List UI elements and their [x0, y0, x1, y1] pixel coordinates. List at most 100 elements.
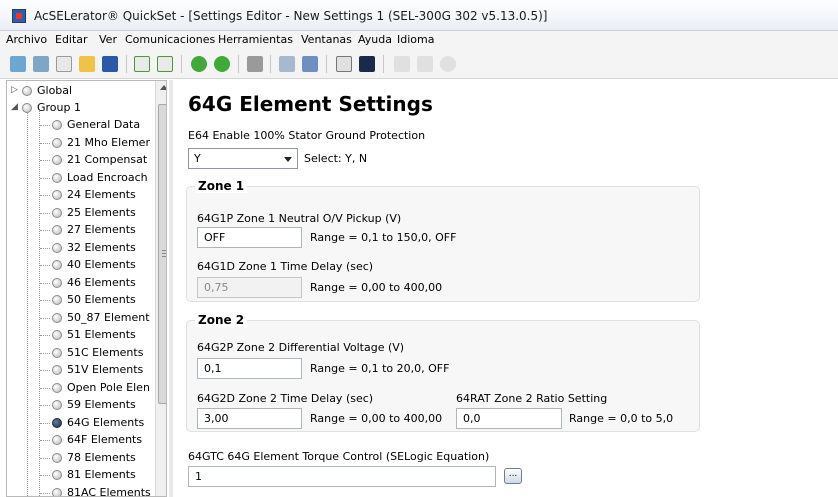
node-icon	[22, 86, 32, 96]
collapse-icon[interactable]: ◢	[11, 102, 18, 112]
tree-item-label: 32 Elements	[67, 240, 136, 254]
menu-ayuda[interactable]: Ayuda	[358, 33, 392, 46]
save-icon[interactable]	[102, 56, 118, 72]
tree-item-label: 78 Elements	[67, 450, 136, 464]
new-file-icon[interactable]	[56, 56, 72, 72]
app-icon	[12, 9, 26, 23]
tree-item[interactable]: 64F Elements	[7, 432, 155, 449]
window-title: AcSELerator® QuickSet - [Settings Editor…	[34, 9, 548, 23]
e64-hint: Select: Y, N	[304, 152, 368, 165]
64g2d-range: Range = 0,00 to 400,00	[310, 412, 443, 425]
64g1d-input[interactable]: 0,75	[197, 277, 302, 298]
tree-item-label: 46 Elements	[67, 275, 136, 289]
64gtc-input[interactable]: 1	[188, 466, 496, 487]
expand-icon[interactable]: ▷	[11, 85, 18, 95]
tree-item[interactable]: 24 Elements	[7, 187, 155, 204]
tree-item[interactable]: 50_87 Element	[7, 310, 155, 327]
document-icon	[417, 56, 433, 72]
tree-item[interactable]: 25 Elements	[7, 205, 155, 222]
tree-item[interactable]: 27 Elements	[7, 222, 155, 239]
node-icon	[52, 277, 62, 288]
upload-icon[interactable]	[214, 56, 230, 72]
e64-select-value: Y	[194, 152, 201, 165]
tools-icon[interactable]	[247, 56, 263, 72]
panel-splitter[interactable]	[169, 80, 173, 497]
e64-select[interactable]: Y	[188, 148, 298, 169]
64g2d-label: 64G2D Zone 2 Time Delay (sec)	[197, 392, 374, 405]
node-icon	[52, 382, 62, 393]
settings-tree: ▷ Global ◢ Group 1 General Data 21 Mho El…	[6, 80, 167, 497]
tree-item[interactable]: 21 Compensat	[7, 152, 155, 169]
logic-editor-button[interactable]: ...	[504, 468, 522, 484]
menu-ver[interactable]: Ver	[99, 33, 117, 46]
tree-item[interactable]: 32 Elements	[7, 240, 155, 257]
tree-item[interactable]: 81 Elements	[7, 467, 155, 484]
node-icon	[52, 207, 62, 218]
node-icon	[52, 400, 62, 410]
tree-item[interactable]: General Data	[7, 117, 155, 134]
tree-item[interactable]: Load Encroach	[7, 170, 155, 187]
read-icon[interactable]	[279, 56, 295, 72]
tree-scrollbar[interactable]	[155, 81, 166, 496]
tree-item-global[interactable]: ▷ Global	[7, 83, 155, 100]
64rat-range: Range = 0,0 to 5,0	[569, 412, 674, 425]
tree-item[interactable]: 46 Elements	[7, 275, 155, 292]
64g2d-input[interactable]: 3,00	[197, 408, 302, 429]
menu-comunicaciones[interactable]: Comunicaciones	[125, 33, 215, 46]
tree-item[interactable]: Open Pole Elen	[7, 380, 155, 397]
64g2p-input[interactable]: 0,1	[197, 358, 302, 379]
connect-icon[interactable]	[33, 56, 49, 72]
node-icon	[52, 120, 62, 130]
tree-item-label: Open Pole Elen	[67, 380, 150, 394]
tree-item[interactable]: 59 Elements	[7, 397, 155, 414]
menu-idioma[interactable]: Idioma	[397, 33, 434, 46]
64rat-input[interactable]: 0,0	[456, 408, 562, 429]
scroll-up-icon[interactable]	[160, 85, 166, 90]
tree-item[interactable]: 51C Elements	[7, 345, 155, 362]
tree-item[interactable]: 81AC Elements	[7, 485, 155, 496]
tree-item[interactable]: 64G Elements	[7, 415, 155, 432]
64g1p-input[interactable]: OFF	[197, 227, 302, 248]
tree-item[interactable]: 51V Elements	[7, 362, 155, 379]
chevron-down-icon[interactable]	[284, 157, 292, 162]
tree-item[interactable]: 50 Elements	[7, 292, 155, 309]
import-icon[interactable]	[134, 56, 150, 72]
tree-item[interactable]: 51 Elements	[7, 327, 155, 344]
tree-item[interactable]: 78 Elements	[7, 450, 155, 467]
menu-editar[interactable]: Editar	[55, 33, 88, 46]
tree-item[interactable]: 40 Elements	[7, 257, 155, 274]
64g1d-label: 64G1D Zone 1 Time Delay (sec)	[197, 260, 374, 273]
export-icon[interactable]	[157, 56, 173, 72]
report-icon	[394, 56, 410, 72]
tree-item-label: Load Encroach	[67, 170, 148, 184]
tree-item-label: 51V Elements	[67, 363, 144, 376]
tree-item[interactable]: 21 Mho Elemer	[7, 135, 155, 152]
node-icon	[52, 435, 62, 445]
node-icon	[52, 295, 62, 305]
title-bar: AcSELerator® QuickSet - [Settings Editor…	[0, 0, 838, 31]
node-icon	[52, 470, 62, 480]
node-icon	[52, 172, 62, 183]
64g1d-range: Range = 0,00 to 400,00	[310, 281, 443, 294]
menu-herramientas[interactable]: Herramientas	[218, 33, 293, 46]
terminal-icon[interactable]	[359, 56, 375, 72]
settings-icon	[440, 56, 456, 72]
meter-icon[interactable]	[336, 56, 352, 72]
open-folder-icon[interactable]	[79, 56, 95, 72]
scroll-thumb[interactable]	[158, 104, 166, 404]
menu-ventanas[interactable]: Ventanas	[301, 33, 352, 46]
node-icon	[52, 225, 62, 235]
tree-item-label: 21 Compensat	[67, 153, 148, 166]
send-icon[interactable]	[302, 56, 318, 72]
menu-archivo[interactable]: Archivo	[6, 33, 47, 46]
home-icon[interactable]	[10, 56, 26, 72]
zone-2-group: Zone 2 64G2P Zone 2 Differential Voltage…	[186, 313, 700, 432]
play-icon[interactable]	[191, 56, 207, 72]
64g1p-label: 64G1P Zone 1 Neutral O/V Pickup (V)	[197, 212, 402, 225]
zone-1-title: Zone 1	[195, 179, 248, 193]
node-icon	[52, 330, 62, 340]
node-icon	[52, 137, 62, 148]
tree-item-group-1[interactable]: ◢ Group 1	[7, 100, 155, 117]
tree-item-label: 50 Elements	[67, 293, 136, 306]
node-icon	[52, 155, 62, 165]
